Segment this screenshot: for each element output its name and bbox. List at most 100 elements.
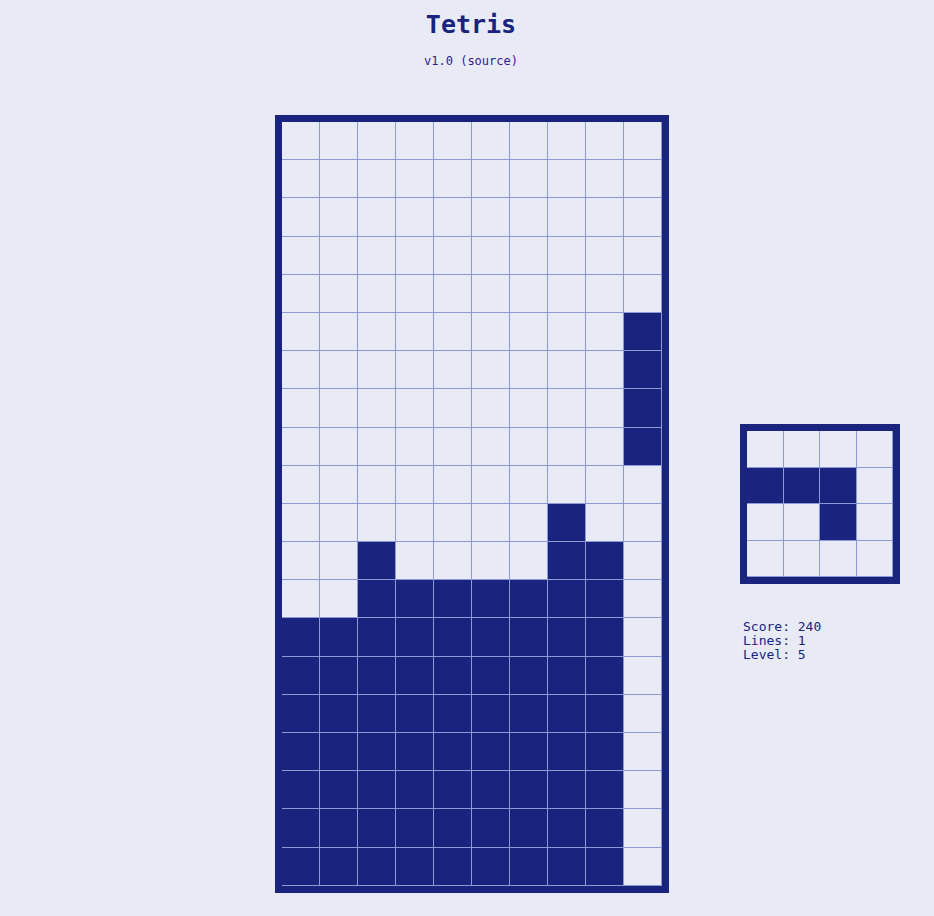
board-cell [320,542,358,580]
board-cell [282,160,320,198]
board-cell [586,428,624,466]
board-cell [472,160,510,198]
board-cell [548,198,586,236]
board-cell [548,389,586,427]
board-cell [396,848,434,886]
board-cell [510,313,548,351]
board-cell [586,809,624,847]
board-cell [586,542,624,580]
board-cell [282,389,320,427]
board-cell [358,618,396,656]
board-cell [586,466,624,504]
board-cell [586,122,624,160]
board-cell [586,198,624,236]
preview-cell [784,504,821,541]
board-cell [472,542,510,580]
board-cell [282,122,320,160]
board-cell [434,198,472,236]
board-cell [624,618,662,656]
board-cell [434,542,472,580]
board-cell [396,160,434,198]
board-cell [548,695,586,733]
board-cell [586,160,624,198]
board-cell [624,466,662,504]
preview-cell [820,541,857,578]
board-cell [282,351,320,389]
board-cell [624,389,662,427]
board-cell [624,580,662,618]
board-cell [396,733,434,771]
board-cell [320,657,358,695]
board-cell [510,695,548,733]
board-cell [624,695,662,733]
board-cell [358,848,396,886]
board-cell [396,389,434,427]
board-cell [434,237,472,275]
board-cell [624,198,662,236]
preview-cell [784,431,821,468]
board-cell [358,771,396,809]
preview-cell [820,468,857,505]
board-cell [548,580,586,618]
board-cell [320,618,358,656]
board-cell [510,809,548,847]
board-cell [472,466,510,504]
board-cell [396,695,434,733]
board-cell [510,122,548,160]
board-cell [472,428,510,466]
board-cell [624,542,662,580]
board-cell [548,237,586,275]
board-cell [282,198,320,236]
game-board[interactable] [275,115,669,893]
board-cell [320,809,358,847]
board-cell [624,657,662,695]
board-cell [320,771,358,809]
board-cell [510,428,548,466]
board-cell [510,275,548,313]
board-cell [624,771,662,809]
board-cell [586,848,624,886]
board-cell [320,198,358,236]
board-cell [434,504,472,542]
board-cell [586,313,624,351]
board-cell [586,275,624,313]
board-cell [396,275,434,313]
board-cell [624,237,662,275]
board-cell [358,389,396,427]
board-cell [434,848,472,886]
board-cell [624,504,662,542]
board-cell [548,313,586,351]
board-cell [358,122,396,160]
board-cell [624,848,662,886]
board-cell [472,733,510,771]
board-cell [358,733,396,771]
board-cell [586,389,624,427]
board-cell [624,809,662,847]
board-cell [282,695,320,733]
board-cell [396,198,434,236]
board-cell [434,122,472,160]
board-cell [396,542,434,580]
board-cell [282,542,320,580]
board-cell [510,771,548,809]
game-area: Score: 240Lines: 1Level: 5 [0,115,934,893]
board-cell [282,657,320,695]
board-cell [472,848,510,886]
board-cell [472,351,510,389]
board-cell [358,580,396,618]
board-cell [624,428,662,466]
board-cell [396,618,434,656]
board-cell [282,580,320,618]
preview-cell [857,431,894,468]
header: Tetrisv1.0 (source) [0,0,934,68]
board-cell [510,466,548,504]
board-cell [358,313,396,351]
board-cell [586,733,624,771]
next-piece-preview [740,424,900,584]
board-cell [320,313,358,351]
version-label: v1.0 (source) [424,54,518,68]
board-cell [320,466,358,504]
board-cell [320,695,358,733]
board-cell [624,160,662,198]
board-cell [358,198,396,236]
